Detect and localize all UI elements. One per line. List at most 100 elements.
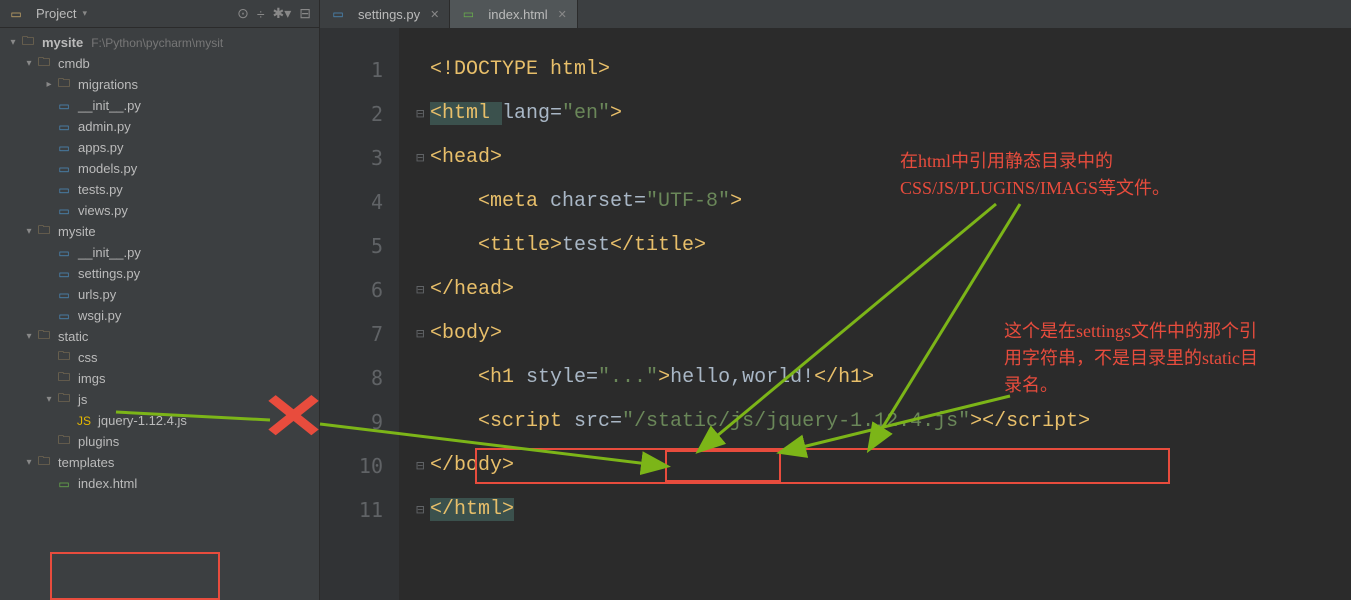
tree-label: cmdb bbox=[58, 56, 90, 71]
annotation-note-1: 在html中引用静态目录中的 CSS/JS/PLUGINS/IMAGS等文件。 bbox=[900, 148, 1170, 202]
line-number[interactable]: 1 bbox=[320, 48, 383, 92]
collapse-icon[interactable]: ⊙ bbox=[237, 5, 249, 22]
tree-item[interactable]: ▭ admin.py bbox=[0, 116, 319, 137]
tree-item[interactable]: ▾🗀js bbox=[0, 389, 319, 410]
tree-label: views.py bbox=[78, 203, 128, 218]
expand-arrow-icon[interactable]: ▾ bbox=[22, 331, 36, 342]
line-number[interactable]: 11 bbox=[320, 488, 383, 532]
py-icon: ▭ bbox=[56, 183, 72, 197]
html-icon: ▭ bbox=[460, 7, 476, 21]
line-gutter: 1234567891011 bbox=[320, 28, 400, 600]
tree-label: __init__.py bbox=[78, 98, 141, 113]
expand-arrow-icon[interactable]: ▸ bbox=[42, 79, 56, 90]
project-icon: ▭ bbox=[8, 7, 24, 21]
tree-label: static bbox=[58, 329, 88, 344]
line-number[interactable]: 6 bbox=[320, 268, 383, 312]
folder-icon: 🗀 bbox=[20, 36, 36, 50]
tree-item[interactable]: 🗀imgs bbox=[0, 368, 319, 389]
sidebar-header: ▭ Project ▾ ⊙ ÷ ✱▾ ⊟ bbox=[0, 0, 319, 28]
line-number[interactable]: 2 bbox=[320, 92, 383, 136]
editor-tab[interactable]: ▭ index.html ✕ bbox=[450, 0, 577, 28]
tree-item[interactable]: ▸🗀 migrations bbox=[0, 74, 319, 95]
line-number[interactable]: 7 bbox=[320, 312, 383, 356]
tab-label: index.html bbox=[488, 7, 547, 22]
expand-arrow-icon[interactable]: ▾ bbox=[42, 394, 56, 405]
tree-item[interactable]: ▭index.html bbox=[0, 473, 319, 494]
folder-icon: 🗀 bbox=[56, 78, 72, 92]
tab-label: settings.py bbox=[358, 7, 420, 22]
tree-item[interactable]: 🗀 css bbox=[0, 347, 319, 368]
expand-arrow-icon[interactable]: ▾ bbox=[22, 226, 36, 237]
tree-label: css bbox=[78, 350, 98, 365]
tab-bar: ▭ settings.py ✕ ▭ index.html ✕ bbox=[320, 0, 1351, 28]
tree-item[interactable]: 🗀 plugins bbox=[0, 431, 319, 452]
divider-icon[interactable]: ÷ bbox=[257, 6, 265, 22]
line-number[interactable]: 8 bbox=[320, 356, 383, 400]
tree-label: templates bbox=[58, 455, 114, 470]
folder-icon: 🗀 bbox=[36, 330, 52, 344]
expand-arrow-icon[interactable]: ▾ bbox=[6, 37, 20, 48]
folder-icon: 🗀 bbox=[56, 351, 72, 365]
close-icon[interactable]: ✕ bbox=[558, 8, 567, 21]
editor-tab[interactable]: ▭ settings.py ✕ bbox=[320, 0, 450, 28]
tree-item[interactable]: ▾🗀 templates bbox=[0, 452, 319, 473]
tree-item[interactable]: ▭ __init__.py bbox=[0, 95, 319, 116]
py-icon: ▭ bbox=[56, 120, 72, 134]
tree-item[interactable]: ▭wsgi.py bbox=[0, 305, 319, 326]
py-icon: ▭ bbox=[56, 267, 72, 281]
line-number[interactable]: 4 bbox=[320, 180, 383, 224]
project-tree: ▾ 🗀 mysite F:\Python\pycharm\mysit ▾🗀cmd… bbox=[0, 28, 319, 498]
tree-item[interactable]: ▾🗀 cmdb bbox=[0, 53, 319, 74]
line-number[interactable]: 3 bbox=[320, 136, 383, 180]
expand-arrow-icon[interactable]: ▾ bbox=[22, 58, 36, 69]
folder-icon: 🗀 bbox=[36, 57, 52, 71]
tree-label: admin.py bbox=[78, 119, 131, 134]
py-icon: ▭ bbox=[56, 99, 72, 113]
py-icon: ▭ bbox=[56, 288, 72, 302]
settings-icon[interactable]: ✱▾ bbox=[273, 5, 292, 22]
tree-item[interactable]: ▾🗀 mysite bbox=[0, 221, 319, 242]
tree-label: imgs bbox=[78, 371, 105, 386]
tree-item[interactable]: ▭ views.py bbox=[0, 200, 319, 221]
code-text: <!DOCTYPE html> bbox=[430, 58, 610, 81]
tree-label: apps.py bbox=[78, 140, 124, 155]
line-number[interactable]: 10 bbox=[320, 444, 383, 488]
tree-label: js bbox=[78, 392, 87, 407]
hide-icon[interactable]: ⊟ bbox=[299, 5, 311, 22]
tree-label: wsgi.py bbox=[78, 308, 121, 323]
folder-icon: 🗀 bbox=[36, 225, 52, 239]
tree-item[interactable]: ▭ apps.py bbox=[0, 137, 319, 158]
tree-path: F:\Python\pycharm\mysit bbox=[91, 36, 223, 50]
folder-icon: 🗀 bbox=[36, 456, 52, 470]
tree-item[interactable]: ▭ urls.py bbox=[0, 284, 319, 305]
tree-label: tests.py bbox=[78, 182, 123, 197]
dropdown-arrow-icon[interactable]: ▾ bbox=[82, 8, 87, 19]
line-number[interactable]: 5 bbox=[320, 224, 383, 268]
py-icon: ▭ bbox=[56, 162, 72, 176]
py-icon: ▭ bbox=[56, 204, 72, 218]
code-editor[interactable]: <!DOCTYPE html> ⊟<html lang="en"> ⊟<head… bbox=[400, 28, 1351, 600]
tree-label: settings.py bbox=[78, 266, 140, 281]
line-number[interactable]: 9 bbox=[320, 400, 383, 444]
py-icon: ▭ bbox=[56, 141, 72, 155]
editor-area: ▭settings.py✕▭index.html✕ 1234567891011 … bbox=[320, 0, 1351, 600]
tree-item[interactable]: ▾🗀 static bbox=[0, 326, 319, 347]
tree-item[interactable]: ▭ tests.py bbox=[0, 179, 319, 200]
tree-item[interactable]: ▭ settings.py bbox=[0, 263, 319, 284]
tree-label: migrations bbox=[78, 77, 138, 92]
py-icon: ▭ bbox=[330, 7, 346, 21]
tree-label: jquery-1.12.4.js bbox=[98, 413, 187, 428]
tree-label: plugins bbox=[78, 434, 119, 449]
tree-item[interactable]: JSjquery-1.12.4.js bbox=[0, 410, 319, 431]
tree-item[interactable]: ▭__init__.py bbox=[0, 242, 319, 263]
tree-root[interactable]: ▾ 🗀 mysite F:\Python\pycharm\mysit bbox=[0, 32, 319, 53]
folder-icon: 🗀 bbox=[56, 435, 72, 449]
tree-label: urls.py bbox=[78, 287, 116, 302]
close-icon[interactable]: ✕ bbox=[430, 8, 439, 21]
tree-label: mysite bbox=[58, 224, 96, 239]
sidebar-title[interactable]: Project bbox=[36, 6, 76, 21]
expand-arrow-icon[interactable]: ▾ bbox=[22, 457, 36, 468]
project-sidebar: ▭ Project ▾ ⊙ ÷ ✱▾ ⊟ ▾ 🗀 mysite F:\Pytho… bbox=[0, 0, 320, 600]
annotation-note-2: 这个是在settings文件中的那个引 用字符串，不是目录里的static目 录… bbox=[1004, 318, 1258, 399]
tree-item[interactable]: ▭models.py bbox=[0, 158, 319, 179]
